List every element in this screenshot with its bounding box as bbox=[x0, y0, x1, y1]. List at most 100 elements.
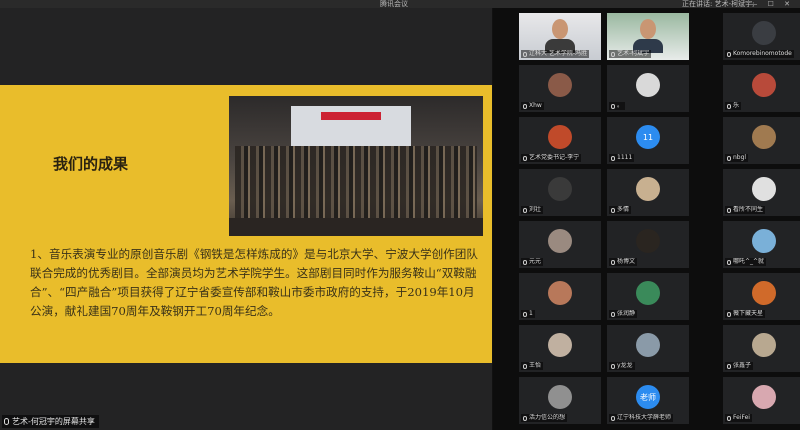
photo-floor bbox=[229, 218, 483, 236]
participant-name: 杨博文 bbox=[617, 258, 636, 265]
participant-label: nbgl bbox=[725, 154, 749, 162]
participant-avatar bbox=[636, 229, 660, 253]
mic-muted-icon bbox=[611, 415, 615, 421]
participant-tile[interactable]: Xhw bbox=[519, 65, 601, 112]
participant-label: 艺术-柯斌宇 bbox=[609, 50, 652, 58]
participant-avatar bbox=[548, 177, 572, 201]
participant-tile[interactable]: 薇下藏天星 bbox=[723, 273, 800, 320]
participant-avatar bbox=[548, 229, 572, 253]
participant-avatar bbox=[752, 229, 776, 253]
participant-label: 杨博文 bbox=[609, 258, 638, 266]
participant-avatar bbox=[752, 333, 776, 357]
participant-name: FeiFei bbox=[733, 414, 750, 421]
participant-tile[interactable]: 活力信公的想 bbox=[519, 377, 601, 424]
participant-tile[interactable]: FeiFei bbox=[723, 377, 800, 424]
participant-avatar bbox=[636, 177, 660, 201]
mic-muted-icon bbox=[611, 259, 615, 265]
participant-label: 张鑫子 bbox=[725, 362, 754, 370]
participant-avatar bbox=[636, 333, 660, 357]
participant-avatar bbox=[548, 333, 572, 357]
mic-muted-icon bbox=[523, 51, 527, 57]
participant-tile[interactable]: 杨博文 bbox=[607, 221, 689, 268]
window-controls[interactable]: — ☐ ✕ bbox=[750, 0, 794, 8]
avatar-text: 11 bbox=[642, 132, 654, 142]
participant-tile[interactable]: 艺术-柯斌宇 bbox=[607, 13, 689, 60]
participant-tile[interactable]: 。 bbox=[607, 65, 689, 112]
participant-label: 1 bbox=[521, 310, 535, 318]
mic-muted-icon bbox=[727, 311, 731, 317]
participant-label: 。 bbox=[609, 102, 626, 110]
mic-muted-icon bbox=[523, 311, 527, 317]
participant-avatar bbox=[752, 21, 776, 45]
participant-tile[interactable]: 老师辽宁科技大学薛老师 bbox=[607, 377, 689, 424]
participant-name: 艺术-柯斌宇 bbox=[617, 50, 650, 57]
participant-tile[interactable]: 王怡 bbox=[519, 325, 601, 372]
mic-icon bbox=[4, 418, 9, 425]
participant-tile[interactable]: 刘壮 bbox=[519, 169, 601, 216]
participant-tile[interactable]: 张润静 bbox=[607, 273, 689, 320]
window-title: 腾讯会议 bbox=[380, 0, 408, 8]
participant-name: 活力信公的想 bbox=[529, 414, 566, 421]
screen-share-area: 我们的成果 1、音乐表演专业的原创音乐剧《钢铁是怎样炼成的》是与北京大学、宁波大… bbox=[0, 8, 492, 430]
participant-label: 薇下藏天星 bbox=[725, 310, 766, 318]
participant-name: 元元 bbox=[529, 258, 542, 265]
participant-name: 张润静 bbox=[617, 310, 636, 317]
participant-label: 多情 bbox=[609, 206, 632, 214]
participant-tile[interactable]: 多情 bbox=[607, 169, 689, 216]
participant-tile[interactable]: 哪吒^_^就 bbox=[723, 221, 800, 268]
participant-name: 张鑫子 bbox=[733, 362, 752, 369]
participant-name: 哪吒^_^就 bbox=[733, 258, 765, 265]
participant-label: y龙龙 bbox=[609, 362, 635, 370]
mic-muted-icon bbox=[523, 415, 527, 421]
participant-tile[interactable]: 1 bbox=[519, 273, 601, 320]
mic-muted-icon bbox=[523, 103, 527, 109]
avatar-text: 老师 bbox=[640, 392, 656, 402]
participant-tile[interactable]: 11 1111 bbox=[607, 117, 689, 164]
participant-label: 辽科大 艺术学院-冯胜 bbox=[521, 50, 590, 58]
participant-name: 刘壮 bbox=[529, 206, 542, 213]
participant-tile[interactable]: 乐 bbox=[723, 65, 800, 112]
share-label: 艺术-何冠宇的屏幕共享 bbox=[2, 415, 99, 428]
participant-label: 刘壮 bbox=[521, 206, 544, 214]
participant-name: 1111 bbox=[617, 154, 633, 161]
participant-name: 多情 bbox=[617, 206, 630, 213]
mic-muted-icon bbox=[611, 103, 615, 109]
mic-muted-icon bbox=[727, 259, 731, 265]
participant-avatar bbox=[752, 125, 776, 149]
participant-name: 艺术党委书记-李宁 bbox=[529, 154, 580, 161]
participant-tile[interactable]: 辽科大 艺术学院-冯胜 bbox=[519, 13, 601, 60]
photo-banner bbox=[321, 112, 381, 120]
participant-avatar bbox=[548, 281, 572, 305]
participant-avatar bbox=[752, 281, 776, 305]
participant-name: 王怡 bbox=[529, 362, 542, 369]
participant-name: 辽宁科技大学薛老师 bbox=[617, 414, 672, 421]
participant-name: 看所不同生 bbox=[733, 206, 764, 213]
participant-face bbox=[640, 19, 656, 39]
share-label-text: 艺术-何冠宇的屏幕共享 bbox=[12, 417, 95, 426]
mic-muted-icon bbox=[611, 363, 615, 369]
mic-muted-icon bbox=[523, 259, 527, 265]
participant-label: 张润静 bbox=[609, 310, 638, 318]
participant-avatar bbox=[636, 281, 660, 305]
participant-tile[interactable]: 艺术党委书记-李宁 bbox=[519, 117, 601, 164]
mic-muted-icon bbox=[727, 207, 731, 213]
title-bar: 腾讯会议 正在讲话: 艺术-柯斌宇; — ☐ ✕ bbox=[0, 0, 800, 8]
participant-tile[interactable]: 张鑫子 bbox=[723, 325, 800, 372]
mic-muted-icon bbox=[727, 103, 731, 109]
participant-label: 1111 bbox=[609, 154, 635, 162]
participant-label: 活力信公的想 bbox=[521, 414, 568, 422]
presentation-slide: 我们的成果 1、音乐表演专业的原创音乐剧《钢铁是怎样炼成的》是与北京大学、宁波大… bbox=[0, 85, 492, 363]
participant-tile[interactable]: nbgl bbox=[723, 117, 800, 164]
participant-name: 辽科大 艺术学院-冯胜 bbox=[529, 50, 588, 57]
participant-tile[interactable]: Komorebinomotode bbox=[723, 13, 800, 60]
participant-tile[interactable]: 看所不同生 bbox=[723, 169, 800, 216]
slide-photo bbox=[229, 96, 483, 236]
participant-label: 看所不同生 bbox=[725, 206, 766, 214]
participant-name: 。 bbox=[617, 102, 624, 109]
photo-cast bbox=[235, 146, 477, 218]
participant-tile[interactable]: y龙龙 bbox=[607, 325, 689, 372]
participant-tile[interactable]: 元元 bbox=[519, 221, 601, 268]
slide-body-text: 1、音乐表演专业的原创音乐剧《钢铁是怎样炼成的》是与北京大学、宁波大学创作团队联… bbox=[30, 247, 478, 318]
participant-label: 哪吒^_^就 bbox=[725, 258, 767, 266]
participant-label: 辽宁科技大学薛老师 bbox=[609, 414, 674, 422]
